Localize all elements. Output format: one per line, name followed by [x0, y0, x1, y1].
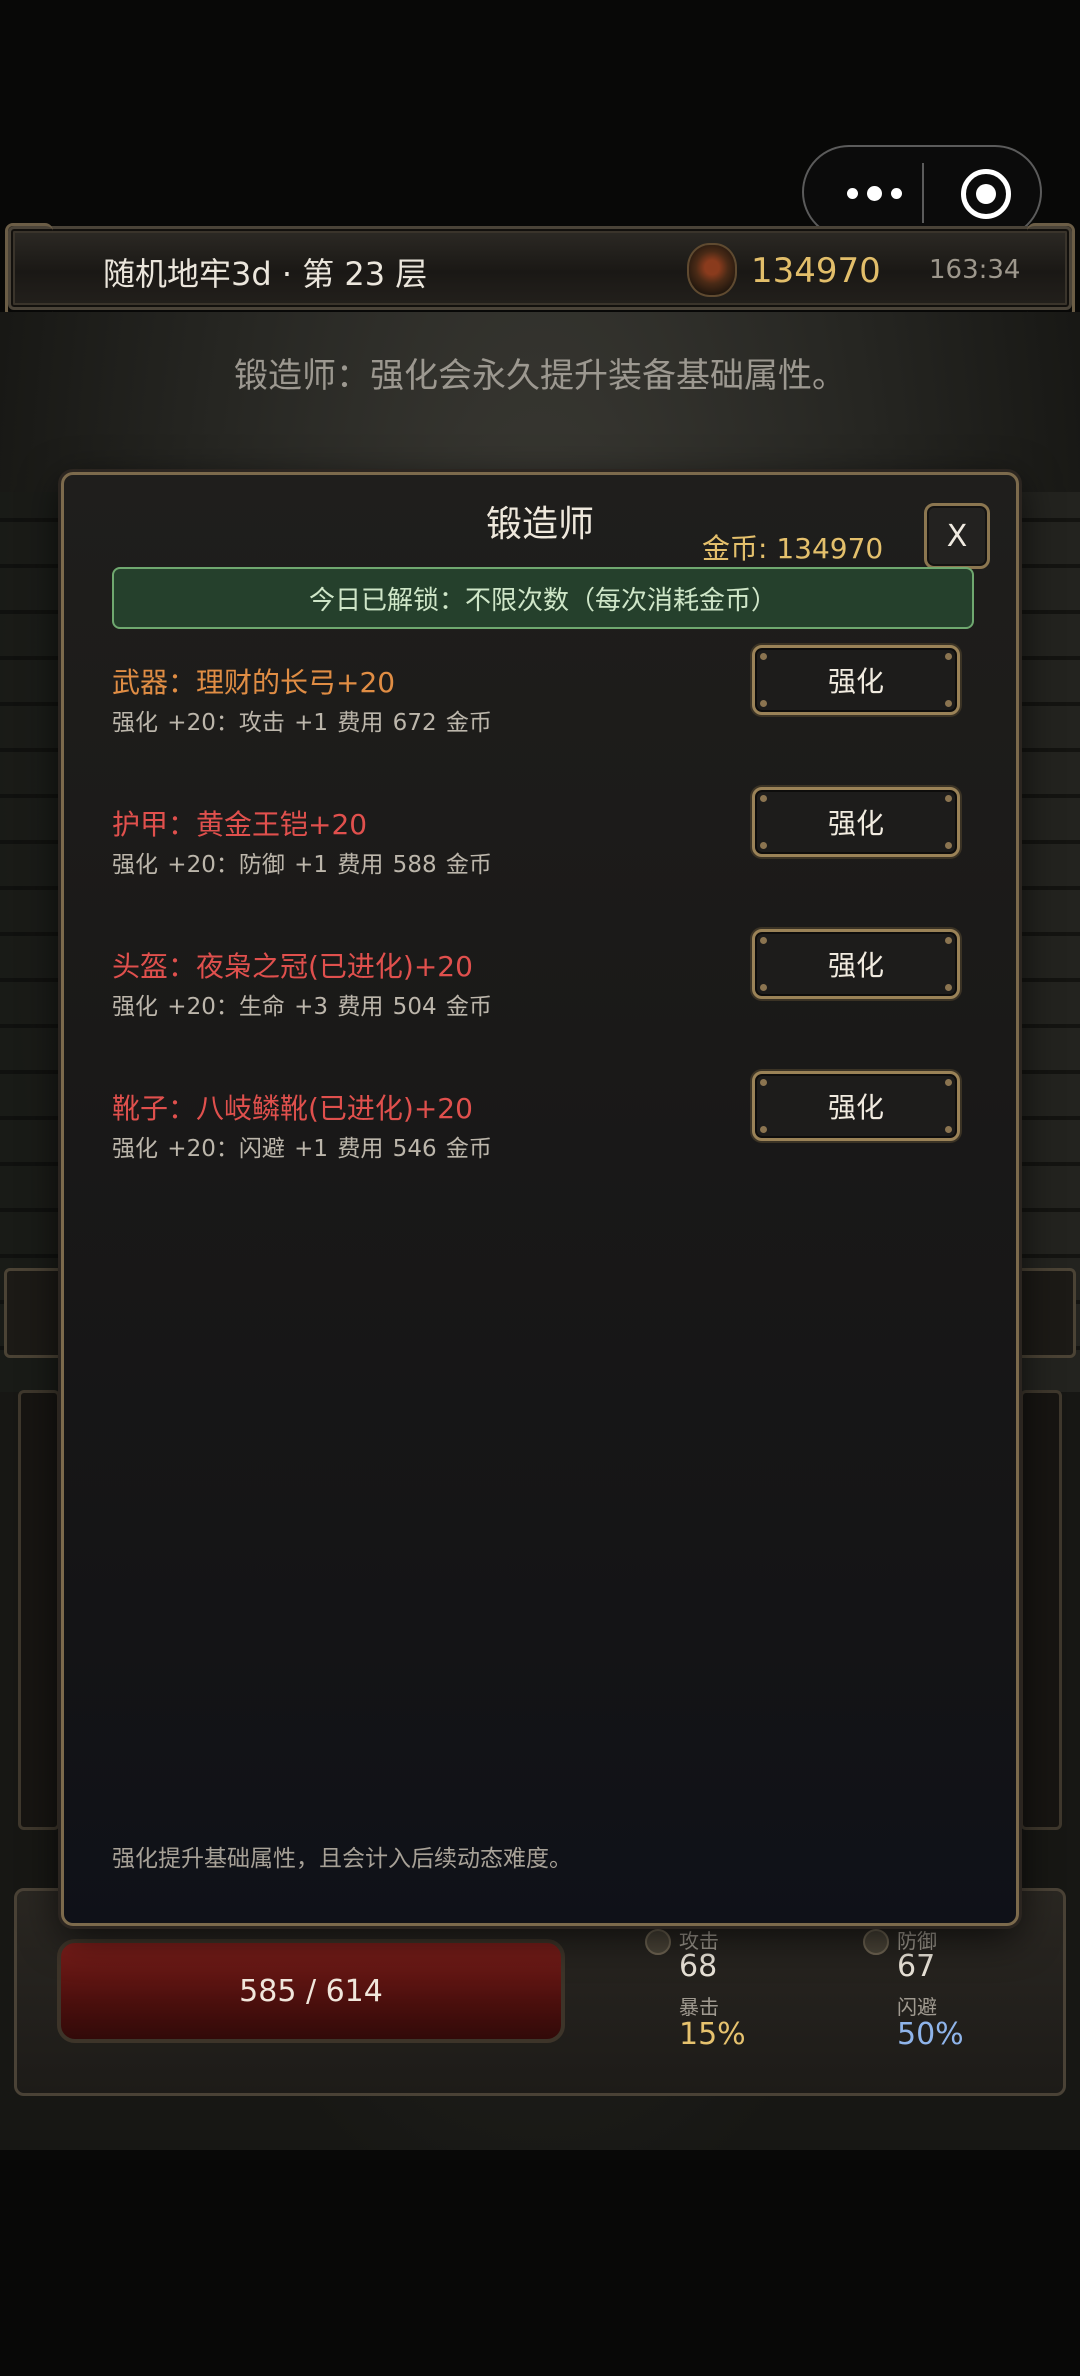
equip-enhance-desc: 强化 +20：攻击 +1 费用 672 金币 [112, 710, 492, 736]
hp-bar: 585 / 614 [57, 1939, 565, 2043]
equip-row-weapon: 武器：理财的长弓+20 强化 +20：攻击 +1 费用 672 金币 强化 [112, 645, 974, 761]
side-ornament-right [1016, 1268, 1076, 1358]
enhance-button-label: 强化 [827, 949, 884, 982]
gold-coin-icon [687, 243, 737, 297]
miniprogram-capsule [802, 145, 1042, 239]
equip-enhance-desc: 强化 +20：生命 +3 费用 504 金币 [112, 994, 492, 1020]
defense-icon [863, 1929, 889, 1955]
enhance-weapon-button[interactable]: 强化 [752, 645, 960, 715]
crit-value: 15% [679, 2017, 746, 2052]
wall-left [0, 492, 70, 1392]
equip-name: 武器：理财的长弓+20 [112, 666, 396, 699]
enhance-button-label: 强化 [827, 665, 884, 698]
dungeon-title: 随机地牢3d · 第 23 层 [103, 255, 428, 293]
wall-right [1010, 492, 1080, 1392]
daily-unlock-banner: 今日已解锁：不限次数（每次消耗金币） [112, 567, 974, 629]
game-header: 随机地牢3d · 第 23 层 134970 163:34 [5, 223, 1075, 319]
more-menu-icon[interactable] [834, 175, 914, 211]
equip-name: 头盔：夜枭之冠(已进化)+20 [112, 950, 473, 983]
equip-enhance-desc: 强化 +20：闪避 +1 费用 546 金币 [112, 1136, 492, 1162]
capsule-divider [922, 163, 924, 223]
equip-name: 靴子：八岐鳞靴(已进化)+20 [112, 1092, 473, 1125]
blacksmith-dialog: 锻造师 金币: 134970 X 今日已解锁：不限次数（每次消耗金币） 武器：理… [61, 472, 1019, 1926]
enhance-armor-button[interactable]: 强化 [752, 787, 960, 857]
dodge-label: 闪避 [897, 1995, 937, 2019]
dodge-value: 50% [897, 2017, 964, 2052]
attack-icon [645, 1929, 671, 1955]
enhance-boots-button[interactable]: 强化 [752, 1071, 960, 1141]
header-ornament-left [5, 223, 53, 319]
equip-name: 护甲：黄金王铠+20 [112, 808, 368, 841]
enhance-button-label: 强化 [827, 1091, 884, 1124]
enhance-helmet-button[interactable]: 强化 [752, 929, 960, 999]
side-panel-left [18, 1390, 60, 1830]
play-time: 163:34 [929, 255, 1021, 285]
equip-row-armor: 护甲：黄金王铠+20 强化 +20：防御 +1 费用 588 金币 强化 [112, 787, 974, 903]
enhance-button-label: 强化 [827, 807, 884, 840]
side-panel-right [1020, 1390, 1062, 1830]
defense-value: 67 [897, 1949, 936, 1984]
header-gold-amount: 134970 [751, 251, 881, 291]
side-ornament-left [4, 1268, 64, 1358]
hp-value: 585 / 614 [239, 1973, 383, 2009]
equip-enhance-desc: 强化 +20：防御 +1 费用 588 金币 [112, 852, 492, 878]
crit-label: 暴击 [679, 1995, 719, 2019]
close-button[interactable]: X [924, 503, 990, 569]
header-ornament-right [1027, 223, 1075, 319]
close-miniprogram-icon[interactable] [961, 169, 1011, 219]
equip-row-boots: 靴子：八岐鳞靴(已进化)+20 强化 +20：闪避 +1 费用 546 金币 强… [112, 1071, 974, 1187]
equip-row-helmet: 头盔：夜枭之冠(已进化)+20 强化 +20：生命 +3 费用 504 金币 强… [112, 929, 974, 1045]
npc-hint-text: 锻造师：强化会永久提升装备基础属性。 [234, 356, 846, 396]
dialog-gold-amount: 金币: 134970 [702, 532, 884, 565]
bottom-letterbox [0, 2150, 1080, 2376]
dialog-footer-note: 强化提升基础属性，且会计入后续动态难度。 [112, 1846, 572, 1872]
attack-value: 68 [679, 1949, 718, 1984]
